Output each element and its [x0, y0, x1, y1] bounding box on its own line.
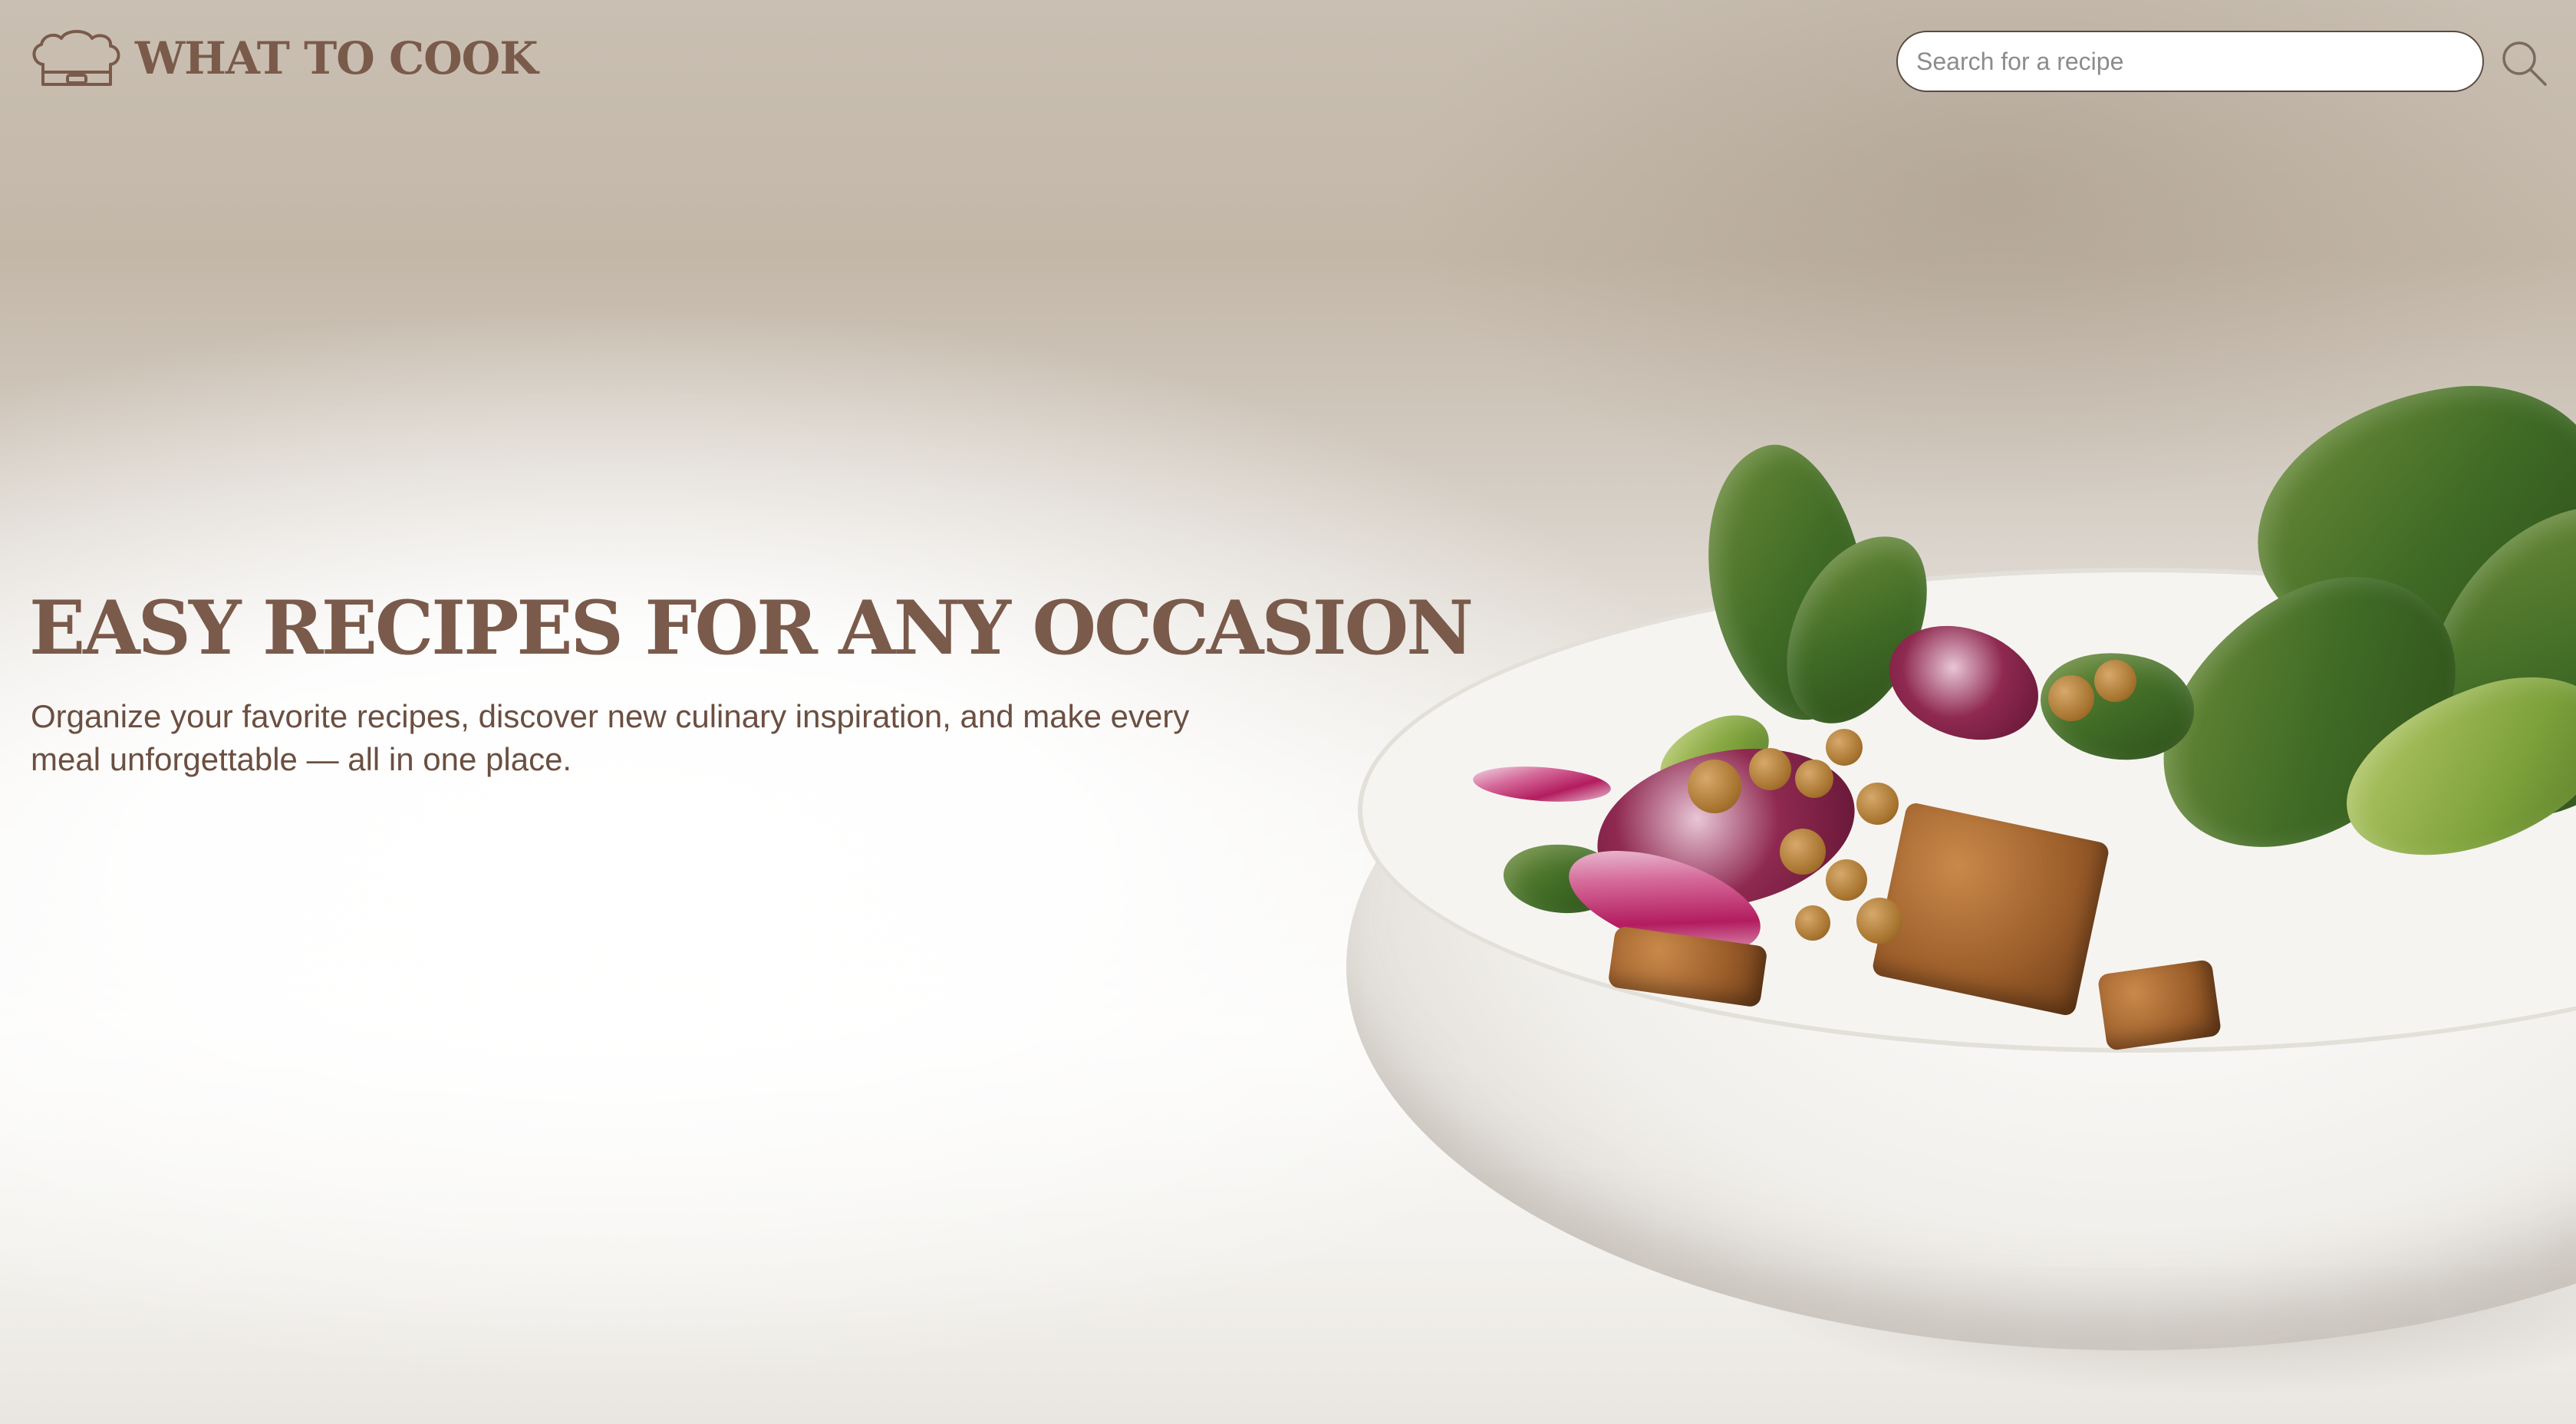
chef-hat-icon	[29, 28, 124, 89]
hero-title: EASY RECIPES FOR ANY OCCASION	[29, 585, 1474, 671]
salad-lentil	[1826, 729, 1863, 766]
salad-lentil	[1780, 829, 1826, 875]
salad-lentil	[2048, 675, 2094, 721]
salad-lentil	[1856, 898, 1902, 944]
search-icon	[2498, 41, 2551, 93]
salad-lentil	[1826, 859, 1867, 901]
salad-lentil	[2094, 660, 2136, 702]
hero-subtitle: Organize your favorite recipes, discover…	[31, 698, 1190, 777]
brand-logo-link[interactable]: WHAT TO COOK	[29, 28, 539, 89]
search-button[interactable]	[2498, 37, 2551, 91]
salad-lentil	[1795, 905, 1830, 941]
salad-onion	[1471, 762, 1612, 806]
salad-crouton	[2097, 959, 2222, 1051]
site-header: WHAT TO COOK	[0, 0, 2576, 123]
search-form	[1896, 31, 2484, 92]
salad-lentil	[1856, 783, 1899, 825]
salad-lentil	[1688, 760, 1741, 813]
brand-name: WHAT TO COOK	[135, 32, 539, 84]
salad-crouton	[1871, 801, 2110, 1017]
search-input[interactable]	[1896, 31, 2484, 92]
salad-illustration	[1458, 368, 2576, 1051]
salad-lentil	[1749, 748, 1791, 790]
salad-lentil	[1795, 760, 1833, 798]
